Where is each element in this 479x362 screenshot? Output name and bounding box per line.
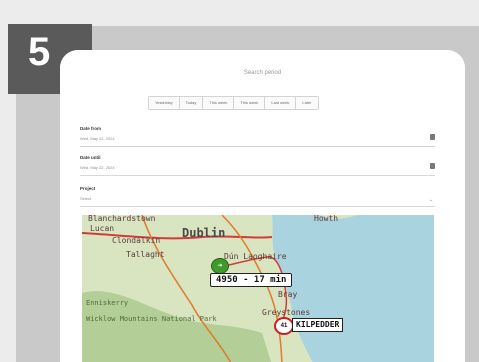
chevron-down-icon: ⌄ xyxy=(428,197,433,203)
preset-button-2[interactable]: This week xyxy=(203,97,235,109)
project-select[interactable]: Project Select ⌄ xyxy=(80,186,435,207)
map-place-clondalkin: Clondalkin xyxy=(112,236,160,245)
trash-icon[interactable] xyxy=(430,163,435,169)
date-from-label: Date from xyxy=(80,126,102,131)
route-summary-label: 4950 - 17 min xyxy=(210,273,293,287)
period-preset-bar: Yesterday Today This week This week Last… xyxy=(148,96,319,110)
date-from-field[interactable]: Date from Wed, May 22, 2024 xyxy=(80,126,435,147)
preset-button-3[interactable]: This week xyxy=(234,97,266,109)
preset-button-0[interactable]: Yesterday xyxy=(149,97,180,109)
map-place-dun-laoghaire: Dún Laoghaire xyxy=(224,252,287,261)
date-from-value[interactable]: Wed, May 22, 2024 xyxy=(80,136,435,147)
date-until-field[interactable]: Date until Wed, May 22, 2024 xyxy=(80,155,435,176)
map-place-howth: Howth xyxy=(314,215,338,223)
app-screen: Search period Yesterday Today This week … xyxy=(60,50,465,362)
date-until-value[interactable]: Wed, May 22, 2024 xyxy=(80,165,435,176)
map-place-enniskerry: Enniskerry xyxy=(86,299,128,307)
map-place-tallaght: Tallaght xyxy=(126,250,165,259)
project-label: Project xyxy=(80,186,96,191)
preset-button-5[interactable]: Later xyxy=(296,97,318,109)
trash-icon[interactable] xyxy=(430,134,435,140)
map-place-dublin: Dublin xyxy=(182,226,225,240)
date-until-label: Date until xyxy=(80,155,101,160)
map-place-wicklow-mountains: Wicklow Mountains National Park xyxy=(86,315,217,323)
route-map[interactable]: Blanchardstown Lucan Clondalkin Tallaght… xyxy=(82,215,434,362)
map-place-bray: Bray xyxy=(278,290,297,299)
map-place-blanchardstown: Blanchardstown xyxy=(88,215,156,223)
preset-button-4[interactable]: Last week xyxy=(265,97,297,109)
project-placeholder[interactable]: Select xyxy=(80,196,435,207)
screen-title: Search period xyxy=(243,70,282,76)
map-place-greystones: Greystones xyxy=(262,308,310,317)
map-canvas[interactable]: Blanchardstown Lucan Clondalkin Tallaght… xyxy=(82,215,434,362)
destination-pin-icon[interactable]: 41 xyxy=(274,317,294,335)
phone-frame: Search period Yesterday Today This week … xyxy=(60,50,465,362)
destination-label: KILPEDDER xyxy=(292,318,344,332)
map-place-lucan: Lucan xyxy=(90,224,114,233)
start-pin-icon[interactable]: ➔ xyxy=(211,258,229,274)
step-number: 5 xyxy=(28,30,51,74)
preset-button-1[interactable]: Today xyxy=(179,97,204,109)
